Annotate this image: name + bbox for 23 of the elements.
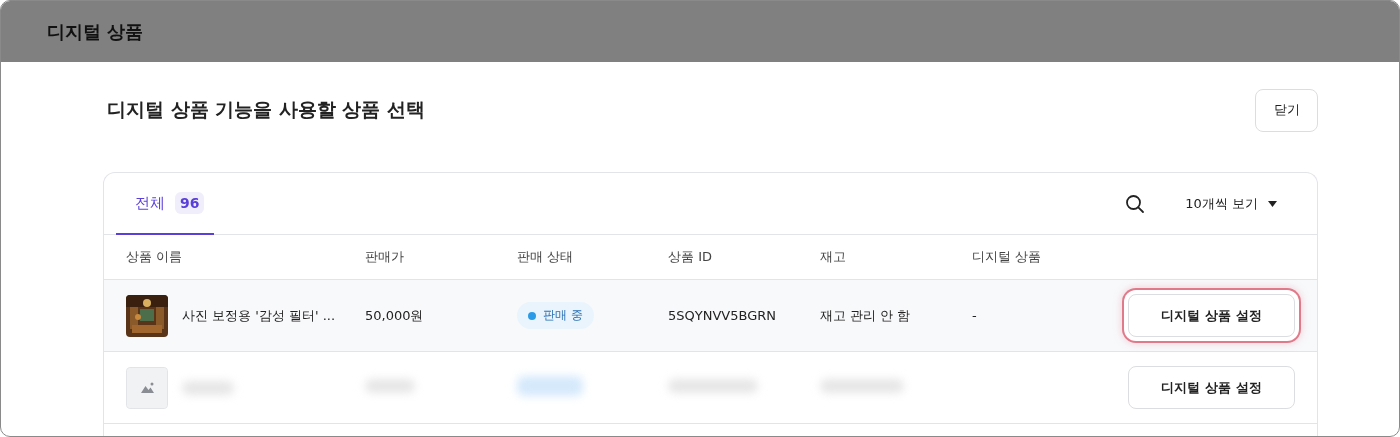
caret-icon (1268, 200, 1277, 207)
page-heading: 디지털 상품 기능을 사용할 상품 선택 (107, 97, 426, 122)
table-cell-text: 재고 관리 안 함 (820, 306, 912, 325)
blurred-text (517, 375, 583, 396)
column-header: 상품 ID (668, 248, 713, 266)
page-size-dropdown[interactable]: 10개씩 보기 (1179, 193, 1283, 214)
column-header: 판매가 (365, 248, 405, 266)
status-badge: 판매 중 (517, 302, 594, 329)
table-cell-text: 50,000원 (365, 306, 425, 325)
column-header: 디지털 상품 (972, 248, 1043, 266)
table-cell-text: - (972, 308, 978, 323)
digital-product-settings-button[interactable]: 디지털 상품 설정 (1128, 366, 1295, 409)
column-header: 판매 상태 (517, 248, 575, 266)
search-icon[interactable] (1125, 193, 1146, 214)
table-cell-text: 5SQYNVV5BGRN (668, 308, 777, 323)
close-button[interactable]: 닫기 (1255, 88, 1318, 132)
column-header: 재고 (820, 248, 847, 266)
tab[interactable]: 전체 96 (116, 173, 215, 235)
product-name: 사진 보정용 '감성 필터' ... (182, 306, 336, 325)
column-header: 상품 이름 (126, 248, 184, 266)
window-title: 디지털 상품 (47, 19, 144, 44)
image-placeholder-icon (126, 366, 168, 409)
count-badge: 96 (175, 192, 205, 214)
